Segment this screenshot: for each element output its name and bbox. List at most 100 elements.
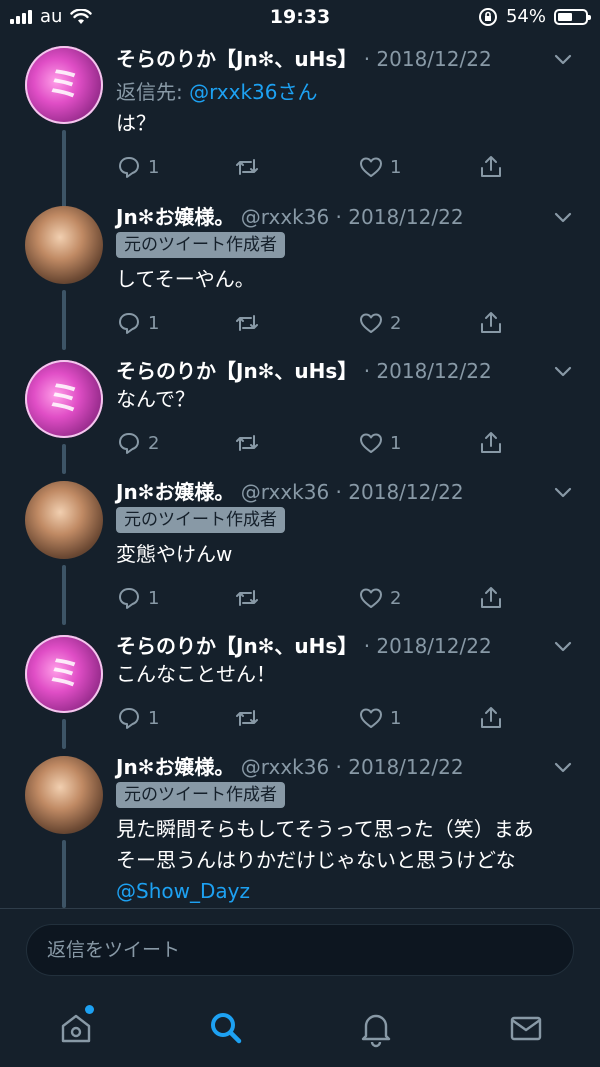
avatar[interactable] <box>25 756 103 834</box>
tweet-text-line: そー思うんはりかだけじゃないと思うけどな <box>116 848 516 872</box>
chevron-down-icon[interactable] <box>550 633 576 659</box>
retweet-button[interactable] <box>234 583 260 613</box>
tweet-header: Jn✻お嬢様。 @rxxk36 · 2018/12/22 <box>116 477 576 507</box>
tweet[interactable]: ミ そらのりか【Jn✻、uHs】 · 2018/12/22 こんなことせん！ 1… <box>0 631 600 751</box>
tweet-header: Jn✻お嬢様。 @rxxk36 · 2018/12/22 <box>116 752 576 782</box>
avatar[interactable]: ミ <box>25 635 103 713</box>
tweet[interactable]: Jn✻お嬢様。 @rxxk36 · 2018/12/22 元のツイート作成者 変… <box>0 477 600 627</box>
retweet-icon <box>236 590 258 606</box>
thread-line <box>62 444 66 474</box>
tweet-text: してそーやん。 <box>116 267 255 291</box>
author-name[interactable]: そらのりか【Jn✻、uHs】 <box>116 47 357 71</box>
tweet-date: 2018/12/22 <box>348 205 464 229</box>
author-name[interactable]: Jn✻お嬢様。 <box>116 480 234 504</box>
heart-icon <box>360 433 382 453</box>
author-handle[interactable]: @rxxk36 <box>241 480 329 504</box>
chevron-down-icon[interactable] <box>550 204 576 230</box>
share-icon <box>481 156 501 177</box>
retweet-icon <box>236 315 258 331</box>
reply-icon <box>119 588 139 609</box>
tweet-header: そらのりか【Jn✻、uHs】 · 2018/12/22 <box>116 44 576 74</box>
tweet[interactable]: ミ そらのりか【Jn✻、uHs】 · 2018/12/22 返信先: @rxxk… <box>0 44 600 238</box>
tweet-date: 2018/12/22 <box>348 755 464 779</box>
share-button[interactable] <box>478 152 504 182</box>
original-author-badge: 元のツイート作成者 <box>116 507 285 533</box>
share-icon <box>481 312 501 333</box>
tweet-text: 変態やけんw <box>116 542 233 566</box>
author-name[interactable]: そらのりか【Jn✻、uHs】 <box>116 634 357 658</box>
chevron-down-icon[interactable] <box>550 46 576 72</box>
tweet[interactable]: Jn✻お嬢様。 @rxxk36 · 2018/12/22 元のツイート作成者 し… <box>0 202 600 352</box>
share-icon <box>481 587 501 608</box>
tab-bar <box>0 990 600 1067</box>
like-button[interactable]: 1 <box>358 703 401 733</box>
tweet-text-line: 見た瞬間そらもしてそうって思った（笑）まあ <box>116 817 534 841</box>
orientation-lock-icon <box>478 7 497 26</box>
mention-link[interactable]: @rxxk36さん <box>189 80 317 104</box>
retweet-button[interactable] <box>234 308 260 338</box>
avatar[interactable]: ミ <box>25 46 103 124</box>
tweet-text: は？ <box>116 111 156 135</box>
author-handle[interactable]: @rxxk36 <box>241 205 329 229</box>
tab-search[interactable] <box>206 1008 246 1048</box>
tweet-text: 見た瞬間そらもしてそうって思った（笑）まあ そー思うんはりかだけじゃないと思うけ… <box>116 814 570 907</box>
tab-notifications[interactable] <box>356 1008 396 1048</box>
share-button[interactable] <box>478 428 504 458</box>
like-button[interactable]: 1 <box>358 152 401 182</box>
tweet-actions: 1 2 <box>116 308 516 338</box>
mention-link[interactable]: @Show_Dayz <box>116 876 570 907</box>
tweet-date: 2018/12/22 <box>376 634 492 658</box>
tweet-actions: 1 1 <box>116 703 516 733</box>
chevron-down-icon[interactable] <box>550 479 576 505</box>
share-button[interactable] <box>478 308 504 338</box>
tweet-actions: 1 2 <box>116 583 516 613</box>
author-name[interactable]: そらのりか【Jn✻、uHs】 <box>116 359 357 383</box>
tweet-date: 2018/12/22 <box>348 480 464 504</box>
tweet-date: 2018/12/22 <box>376 359 492 383</box>
heart-icon <box>360 157 382 177</box>
reply-button[interactable]: 2 <box>116 428 159 458</box>
reply-button[interactable]: 1 <box>116 308 159 338</box>
home-icon <box>61 1014 91 1043</box>
chevron-down-icon[interactable] <box>550 754 576 780</box>
heart-icon <box>360 708 382 728</box>
avatar[interactable] <box>25 206 103 284</box>
thread-line <box>62 719 66 749</box>
retweet-icon <box>236 435 258 451</box>
retweet-button[interactable] <box>234 428 260 458</box>
tab-messages[interactable] <box>506 1008 546 1048</box>
like-button[interactable]: 1 <box>358 428 401 458</box>
reply-input[interactable]: 返信をツイート <box>26 924 574 976</box>
reply-button[interactable]: 1 <box>116 703 159 733</box>
tweet-header: そらのりか【Jn✻、uHs】 · 2018/12/22 <box>116 356 576 386</box>
reply-button[interactable]: 1 <box>116 583 159 613</box>
reply-button[interactable]: 1 <box>116 152 159 182</box>
author-name[interactable]: Jn✻お嬢様。 <box>116 205 234 229</box>
tweet-header: Jn✻お嬢様。 @rxxk36 · 2018/12/22 <box>116 202 576 232</box>
share-button[interactable] <box>478 583 504 613</box>
retweet-button[interactable] <box>234 703 260 733</box>
thread-line <box>62 290 66 350</box>
tweet-header: そらのりか【Jn✻、uHs】 · 2018/12/22 <box>116 631 576 661</box>
tweet[interactable]: Jn✻お嬢様。 @rxxk36 · 2018/12/22 元のツイート作成者 見… <box>0 752 600 908</box>
retweet-button[interactable] <box>234 152 260 182</box>
chevron-down-icon[interactable] <box>550 358 576 384</box>
original-author-badge: 元のツイート作成者 <box>116 782 285 808</box>
share-button[interactable] <box>478 703 504 733</box>
search-icon <box>211 1013 242 1044</box>
like-button[interactable]: 2 <box>358 583 401 613</box>
share-icon <box>481 707 501 728</box>
avatar[interactable]: ミ <box>25 360 103 438</box>
tweet-text: なんで？ <box>116 387 195 411</box>
tab-home[interactable] <box>56 1005 96 1048</box>
retweet-icon <box>236 710 258 726</box>
tweet[interactable]: ミ そらのりか【Jn✻、uHs】 · 2018/12/22 なんで？ 2 1 <box>0 356 600 476</box>
thread-line <box>62 840 66 908</box>
author-name[interactable]: Jn✻お嬢様。 <box>116 755 234 779</box>
like-button[interactable]: 2 <box>358 308 401 338</box>
author-handle[interactable]: @rxxk36 <box>241 755 329 779</box>
original-author-badge: 元のツイート作成者 <box>116 232 285 258</box>
tweet-actions: 2 1 <box>116 428 516 458</box>
avatar[interactable] <box>25 481 103 559</box>
reply-bar: 返信をツイート <box>0 908 600 991</box>
